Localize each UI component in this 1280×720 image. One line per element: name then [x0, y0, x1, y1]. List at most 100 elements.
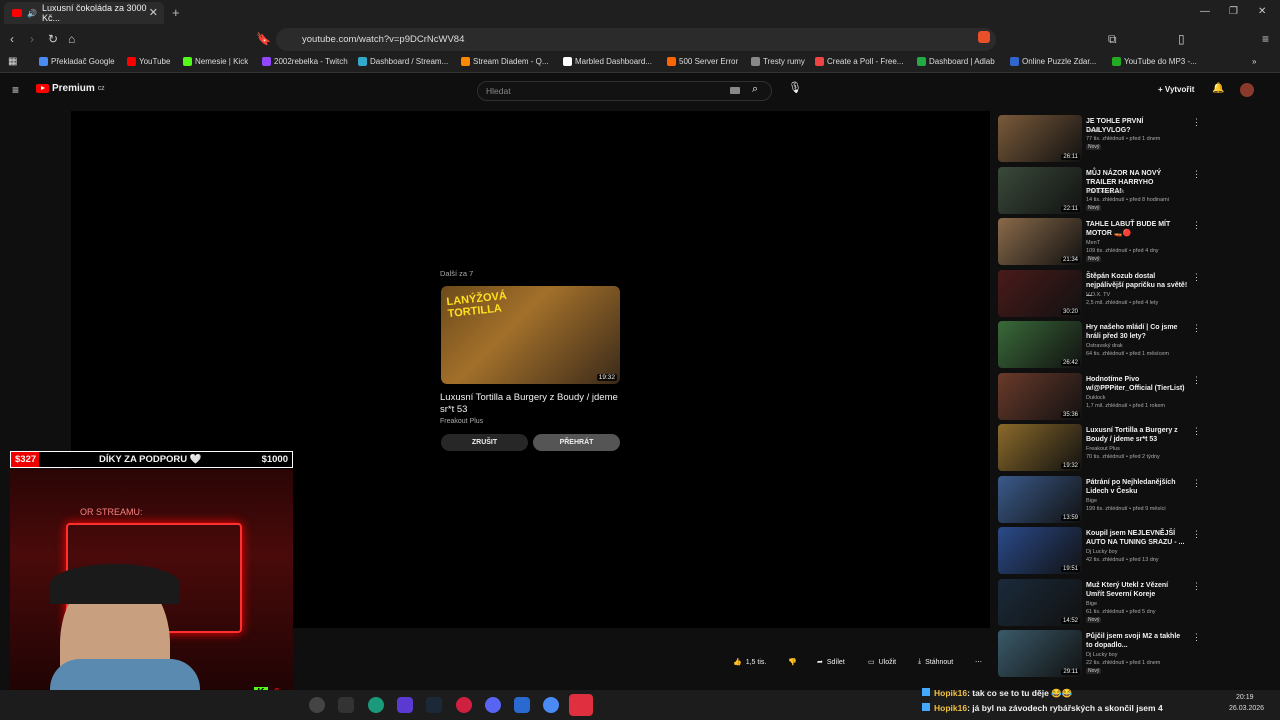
video-title[interactable]: Hry našeho mládí | Co jsme hráli před 30… — [1086, 323, 1188, 341]
bookmark-item[interactable]: YouTube do MP3 -... — [1112, 57, 1197, 66]
video-thumbnail[interactable]: 30:20 — [998, 269, 1082, 317]
bookmark-item[interactable]: Dashboard / Stream... — [358, 57, 448, 66]
more-options-icon[interactable]: ⋮ — [1192, 375, 1201, 386]
more-options-icon[interactable]: ⋮ — [1192, 272, 1201, 283]
close-tab-icon[interactable]: ✕ — [149, 6, 158, 19]
related-video-item[interactable]: 19:51 Koupil jsem NEJLEVNĚJŠÍ AUTO NA TUN… — [998, 527, 1201, 575]
video-thumbnail[interactable]: 26:42 — [998, 321, 1082, 368]
sidebar-icon[interactable]: ▯ — [1178, 32, 1185, 46]
video-title[interactable]: Půjčil jsem svoji M2 a takhle to dopadlo… — [1086, 632, 1188, 650]
video-thumbnail[interactable]: 29:11 — [998, 630, 1082, 677]
bookmark-item[interactable]: Tresty rumy — [751, 57, 805, 66]
related-video-item[interactable]: 26:11 JE TOHLE PRVNÍ DAILYVLOG? MenT 77 tis… — [998, 115, 1201, 163]
app-icon[interactable] — [368, 697, 384, 713]
channel-name[interactable]: Duklock — [1086, 395, 1106, 401]
more-options-icon[interactable]: ⋮ — [1192, 478, 1201, 489]
more-options-icon[interactable]: ⋮ — [1192, 529, 1201, 540]
bookmark-item[interactable]: Nemesie | Kick — [183, 57, 248, 66]
notifications-bell-icon[interactable]: 🔔 — [1212, 83, 1224, 94]
avatar[interactable] — [1240, 83, 1254, 97]
bookmark-item[interactable]: Marbled Dashboard... — [563, 57, 652, 66]
keyboard-icon[interactable] — [730, 87, 740, 94]
dislike-button[interactable]: 👎 — [788, 654, 797, 670]
more-options-icon[interactable]: ⋮ — [1192, 581, 1201, 592]
cancel-button[interactable]: ZRUŠIT — [441, 434, 528, 451]
channel-name[interactable]: Bige — [1086, 498, 1097, 504]
video-thumbnail[interactable]: 19:32 — [998, 424, 1082, 471]
related-video-item[interactable]: 21:34 TAHLE LABUŤ BUDE MÍT MOTOR 🚤🔴 MenT 10… — [998, 218, 1201, 266]
related-video-item[interactable]: 13:59 Pátrání po Nejhledanějších Lidech v… — [998, 475, 1201, 524]
youtube-logo[interactable]: Premium CZ — [36, 83, 104, 94]
channel-name[interactable]: Ostravský drak — [1086, 343, 1123, 349]
channel-name[interactable]: Dj Lucky boy — [1086, 652, 1118, 658]
video-thumbnail[interactable]: 14:52 — [998, 578, 1082, 626]
up-next-title[interactable]: Luxusní Tortilla a Burgery z Boudy / jde… — [440, 392, 620, 416]
more-options-icon[interactable]: ⋮ — [1192, 220, 1201, 231]
channel-name[interactable]: MenT — [1086, 240, 1100, 246]
active-tab[interactable]: 🔊 Luxusní čokoláda za 3000 Kč... ✕ — [4, 2, 164, 24]
more-options-icon[interactable]: ⋮ — [1192, 632, 1201, 643]
search-input[interactable]: Hledat — [477, 81, 772, 101]
download-button[interactable]: ⤓ Stáhnout — [918, 654, 953, 670]
video-title[interactable]: Luxusní Tortilla a Burgery z Boudy / jde… — [1086, 426, 1188, 444]
channel-name[interactable]: Dj Lucky boy — [1086, 549, 1118, 555]
video-thumbnail[interactable]: 26:11 — [998, 115, 1082, 162]
play-next-button[interactable]: PŘEHRÁT — [533, 434, 620, 451]
channel-name[interactable]: MenT — [1086, 128, 1100, 134]
related-video-item[interactable]: 22:11 MŮJ NÁZOR NA NOVÝ TRAILER HARRYHO P… — [998, 166, 1201, 215]
video-thumbnail[interactable]: 19:51 — [998, 527, 1082, 574]
forward-icon[interactable]: › — [30, 32, 34, 46]
channel-name[interactable]: Lůk Extra a Lůk — [1086, 189, 1124, 195]
video-thumbnail[interactable]: 21:34 — [998, 218, 1082, 265]
related-video-item[interactable]: 26:42 Hry našeho mládí | Co jsme hráli př… — [998, 321, 1201, 369]
video-title[interactable]: Hodnotíme Pivo w/@PPPiter_Official (Tier… — [1086, 375, 1188, 393]
related-video-item[interactable]: 35:36 Hodnotíme Pivo w/@PPPiter_Official … — [998, 372, 1201, 421]
more-options-icon[interactable]: ⋮ — [1192, 117, 1201, 128]
bookmark-item[interactable]: 500 Server Error — [667, 57, 738, 66]
more-bookmarks-icon[interactable]: » — [1252, 57, 1256, 66]
channel-name[interactable]: V.O.X. TV — [1086, 292, 1110, 298]
create-button[interactable]: + Vytvořit — [1158, 85, 1194, 94]
brave-shield-icon[interactable] — [978, 31, 990, 43]
minimize-icon[interactable]: — — [1200, 6, 1210, 17]
like-button[interactable]: 👍 1,5 tis. — [733, 654, 766, 670]
video-title[interactable]: Pátrání po Nejhledanějších Lidech v Česk… — [1086, 478, 1188, 496]
epic-games-icon[interactable] — [338, 697, 354, 713]
maximize-icon[interactable]: ❐ — [1229, 6, 1238, 17]
menu-icon[interactable]: ≡ — [1262, 32, 1269, 46]
up-next-thumbnail[interactable]: LANÝŽOVÁ TORTILLA 19:32 — [441, 286, 620, 384]
channel-name[interactable]: Bige — [1086, 601, 1097, 607]
address-bar[interactable]: youtube.com/watch?v=p9DCrNcWV84 — [276, 28, 996, 51]
related-video-item[interactable]: 29:11 Půjčil jsem svoji M2 a takhle to do… — [998, 630, 1201, 678]
bookmark-icon[interactable]: 🔖 — [256, 32, 271, 46]
microphone-icon[interactable]: 🎙 — [788, 81, 802, 99]
video-thumbnail[interactable]: 22:11 — [998, 166, 1082, 214]
home-icon[interactable]: ⌂ — [68, 32, 75, 46]
steam-icon[interactable] — [426, 697, 442, 713]
more-actions-button[interactable]: ⋯ — [975, 654, 982, 670]
related-video-item[interactable]: 19:32 Luxusní Tortilla a Burgery z Boudy … — [998, 424, 1201, 472]
bookmark-item[interactable]: Stream Diadem - Q... — [461, 57, 549, 66]
bookmark-item[interactable]: YouTube — [127, 57, 170, 66]
bookmark-item[interactable]: Překladač Google — [39, 57, 115, 66]
search-icon[interactable]: ⌕ — [752, 83, 758, 96]
app-icon[interactable] — [397, 697, 413, 713]
more-options-icon[interactable]: ⋮ — [1192, 169, 1201, 180]
related-video-item[interactable]: 30:20 Štěpán Kozub dostal nejpálivější pa… — [998, 269, 1201, 318]
video-title[interactable]: Muž Který Utekl z Vězení Umřít Severní K… — [1086, 581, 1188, 599]
video-title[interactable]: Koupil jsem NEJLEVNĚJŠÍ AUTO NA TUNING S… — [1086, 529, 1188, 547]
back-icon[interactable]: ‹ — [10, 32, 14, 46]
related-video-item[interactable]: 14:52 Muž Který Utekl z Vězení Umřít Seve… — [998, 578, 1201, 627]
bookmark-item[interactable]: Dashboard | Adlab — [917, 57, 995, 66]
close-window-icon[interactable]: ✕ — [1258, 6, 1266, 17]
up-next-channel[interactable]: Freakout Plus — [440, 418, 483, 425]
bookmark-item[interactable]: Create a Poll - Free... — [815, 57, 903, 66]
active-app-icon[interactable] — [569, 694, 593, 716]
channel-name[interactable]: Freakout Plus — [1086, 446, 1120, 452]
apps-grid-icon[interactable]: ▦ — [8, 56, 17, 67]
extensions-icon[interactable]: ⧉ — [1108, 32, 1117, 47]
video-title[interactable]: TAHLE LABUŤ BUDE MÍT MOTOR 🚤🔴 — [1086, 220, 1188, 238]
hamburger-menu-icon[interactable]: ≡ — [12, 83, 19, 97]
video-thumbnail[interactable]: 35:36 — [998, 372, 1082, 420]
reload-icon[interactable]: ↻ — [48, 32, 58, 46]
